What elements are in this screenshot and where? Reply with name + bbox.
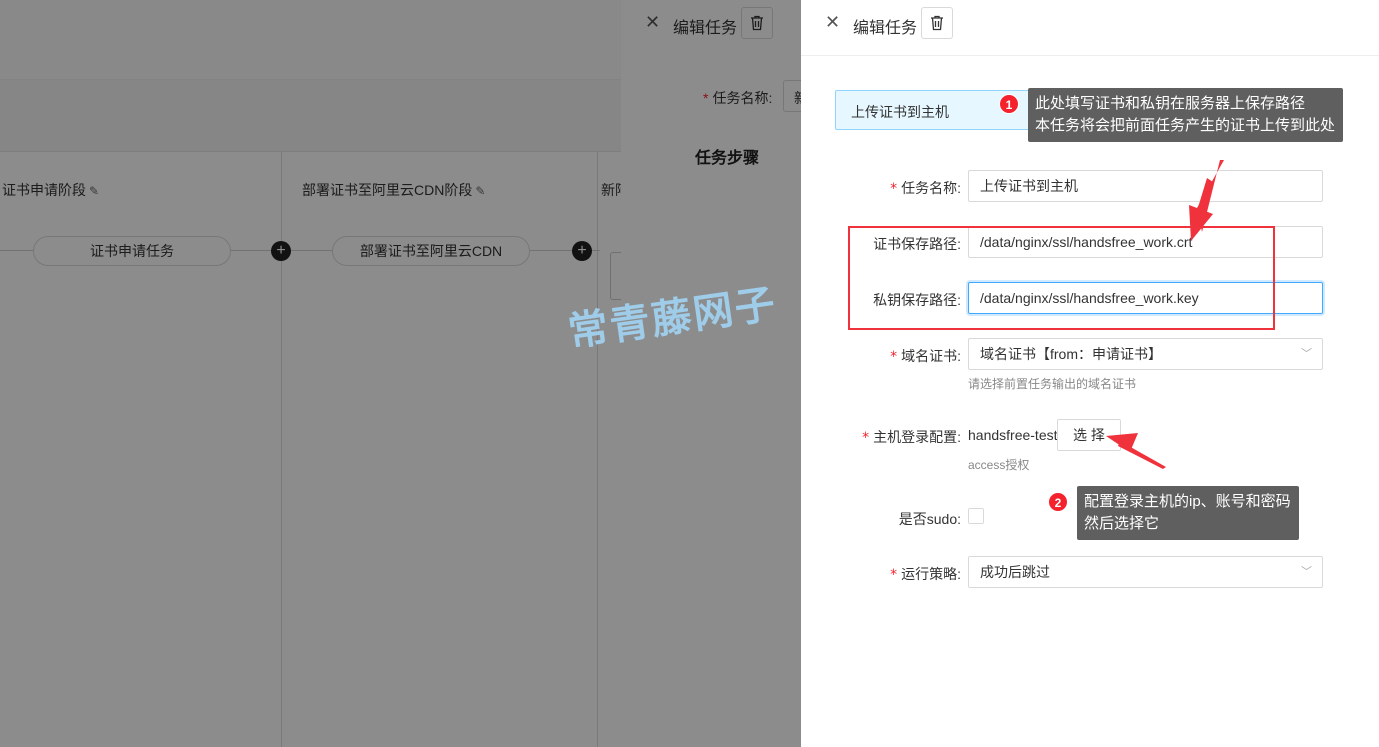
arrow-icon xyxy=(1189,160,1224,241)
annotation-arrows xyxy=(1106,160,1224,469)
arrow-icon xyxy=(1106,433,1166,469)
